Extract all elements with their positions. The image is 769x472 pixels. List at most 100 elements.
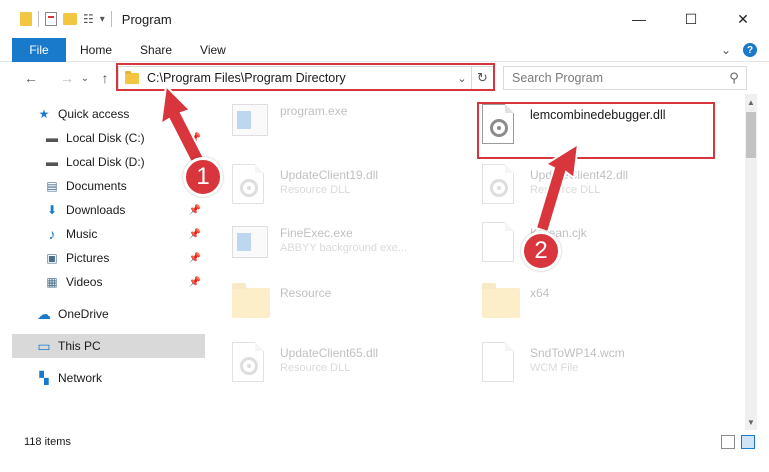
- file-item[interactable]: x64: [482, 282, 722, 334]
- scroll-down-icon[interactable]: ▼: [745, 414, 757, 430]
- document-file-icon: [482, 222, 518, 262]
- pin-icon[interactable]: 📌: [189, 229, 201, 240]
- cloud-icon: ☁: [37, 305, 51, 322]
- details-view-icon[interactable]: [721, 435, 735, 449]
- close-button[interactable]: ✕: [717, 0, 769, 38]
- sidebar-item-label: Videos: [66, 275, 103, 289]
- file-name: UpdateClient19.dll: [280, 168, 379, 182]
- folder-icon: [20, 12, 32, 26]
- sidebar-item-label: Documents: [66, 179, 127, 193]
- sidebar-item-this-pc[interactable]: ▭ This PC: [12, 334, 205, 358]
- sidebar-item-local-disk-c[interactable]: ▬ Local Disk (C:) 📌: [12, 126, 205, 150]
- step-badge-2: 2: [521, 231, 561, 271]
- vertical-scrollbar[interactable]: ▲ ▼: [745, 94, 757, 430]
- window-controls: — ☐ ✕: [613, 0, 769, 38]
- sidebar-item-label: Pictures: [66, 251, 110, 265]
- sidebar-item-network[interactable]: ▚ Network: [12, 366, 205, 390]
- sidebar-item-label: Local Disk (C:): [66, 131, 145, 145]
- pin-icon[interactable]: 📌: [189, 205, 201, 216]
- exe-file-icon: [232, 100, 268, 140]
- computer-icon: ▭: [37, 337, 51, 354]
- title-bar: ☷ ▾ Program — ☐ ✕: [0, 0, 769, 38]
- sidebar-item-pictures[interactable]: ▣ Pictures 📌: [12, 246, 205, 270]
- view-toggle: [721, 435, 755, 449]
- sidebar-item-downloads[interactable]: ⬇ Downloads 📌: [12, 198, 205, 222]
- file-item[interactable]: UpdateClient65.dll Resource DLL: [232, 342, 472, 394]
- file-name: program.exe: [280, 104, 348, 118]
- folder-icon: [232, 282, 270, 322]
- forward-button[interactable]: →: [56, 67, 78, 89]
- file-item[interactable]: UpdateClient42.dll Resource DLL: [482, 164, 722, 216]
- sidebar-item-onedrive[interactable]: ☁ OneDrive: [12, 302, 205, 326]
- dll-file-icon: [232, 342, 268, 382]
- window-title: Program: [121, 11, 172, 27]
- tab-share[interactable]: Share: [126, 38, 186, 62]
- dll-file-icon: [482, 164, 518, 204]
- network-icon: ▚: [39, 371, 49, 385]
- videos-icon: ▦: [46, 275, 58, 289]
- documents-icon: ▤: [46, 179, 58, 193]
- properties-icon[interactable]: [45, 12, 57, 26]
- recent-locations-button[interactable]: ⌄: [78, 67, 92, 89]
- sidebar-item-label: Local Disk (D:): [66, 155, 145, 169]
- divider: [38, 11, 39, 27]
- file-item[interactable]: FineExec.exe ABBYY background exe...: [232, 222, 472, 274]
- maximize-button[interactable]: ☐: [665, 0, 717, 38]
- help-icon[interactable]: ?: [743, 43, 757, 57]
- tab-file[interactable]: File: [12, 37, 66, 62]
- file-name: FineExec.exe: [280, 226, 353, 240]
- up-button[interactable]: ↑: [94, 67, 116, 89]
- file-item[interactable]: program.exe: [232, 100, 472, 152]
- expand-ribbon-icon[interactable]: ⌄: [721, 43, 731, 57]
- star-icon: ★: [38, 107, 50, 121]
- item-count: 118 items: [24, 436, 71, 448]
- pin-icon[interactable]: 📌: [189, 277, 201, 288]
- file-item[interactable]: Resource: [232, 282, 472, 334]
- file-item[interactable]: Korean.cjk: [482, 222, 722, 274]
- sidebar-item-videos[interactable]: ▦ Videos 📌: [12, 270, 205, 294]
- ribbon-tabs: File Home Share View ⌄ ?: [0, 37, 769, 62]
- step-badge-1: 1: [183, 157, 223, 197]
- search-input[interactable]: [512, 71, 722, 85]
- tab-home[interactable]: Home: [66, 38, 126, 62]
- search-icon[interactable]: ⚲: [722, 70, 746, 86]
- address-highlight-box: [116, 63, 495, 91]
- new-folder-icon[interactable]: [63, 13, 77, 25]
- sidebar-item-quick-access[interactable]: ★ Quick access: [12, 102, 205, 126]
- quick-access-toolbar: ☷ ▾: [0, 0, 112, 38]
- search-box[interactable]: ⚲: [503, 66, 747, 90]
- sidebar-item-label: OneDrive: [58, 307, 109, 321]
- file-name: SndToWP14.wcm: [530, 346, 625, 360]
- exe-file-icon: [232, 222, 268, 262]
- sidebar-item-documents[interactable]: ▤ Documents: [12, 174, 205, 198]
- folder-icon: [482, 282, 520, 322]
- back-button[interactable]: ←: [20, 67, 42, 89]
- navigation-pane: ★ Quick access ▬ Local Disk (C:) 📌 ▬ Loc…: [12, 100, 205, 430]
- minimize-button[interactable]: —: [613, 0, 665, 38]
- sidebar-item-label: Quick access: [58, 107, 130, 121]
- file-item[interactable]: UpdateClient19.dll Resource DLL: [232, 164, 472, 216]
- sidebar-item-label: Network: [58, 371, 103, 385]
- status-bar: 118 items: [0, 430, 769, 454]
- scrollbar-thumb[interactable]: [746, 112, 756, 158]
- ribbon-right: ⌄ ?: [721, 38, 757, 62]
- file-description: Resource DLL: [530, 184, 601, 196]
- sidebar-item-label: This PC: [58, 339, 101, 353]
- tiles-view-icon[interactable]: [741, 435, 755, 449]
- tab-view[interactable]: View: [186, 38, 240, 62]
- sidebar-item-local-disk-d[interactable]: ▬ Local Disk (D:): [12, 150, 205, 174]
- scroll-up-icon[interactable]: ▲: [745, 94, 757, 110]
- dll-file-icon: [232, 164, 268, 204]
- download-icon: ⬇: [46, 203, 58, 217]
- file-description: ABBYY background exe...: [280, 242, 407, 254]
- pictures-icon: ▣: [46, 251, 58, 265]
- file-item[interactable]: SndToWP14.wcm WCM File: [482, 342, 722, 394]
- view-options-icon[interactable]: ☷: [83, 12, 94, 26]
- pin-icon[interactable]: 📌: [189, 253, 201, 264]
- chevron-down-icon[interactable]: ▾: [100, 14, 105, 25]
- sidebar-item-music[interactable]: ♪ Music 📌: [12, 222, 205, 246]
- file-description: WCM File: [530, 362, 579, 374]
- divider: [110, 11, 112, 27]
- pin-icon[interactable]: 📌: [189, 133, 201, 144]
- file-name: UpdateClient65.dll: [280, 346, 379, 360]
